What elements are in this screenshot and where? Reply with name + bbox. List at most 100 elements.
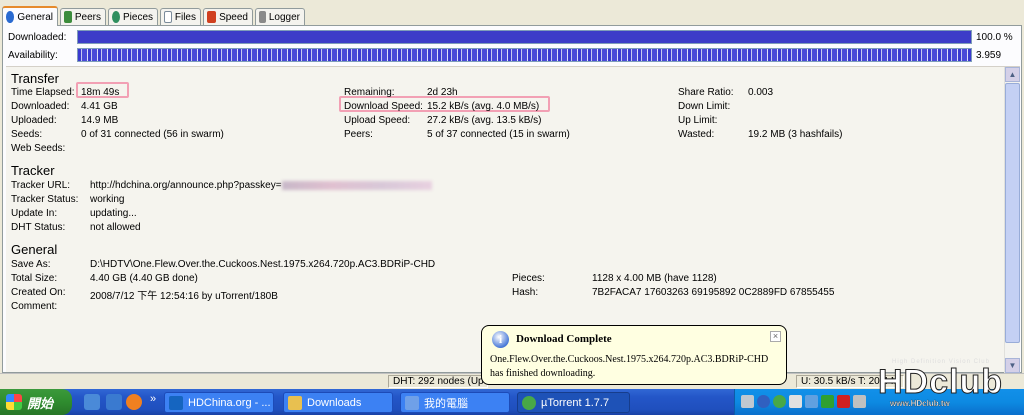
start-button[interactable]: 開始	[0, 389, 72, 415]
tracker-status-value: working	[90, 194, 125, 205]
wasted-value: 19.2 MB (3 hashfails)	[748, 129, 843, 140]
files-icon	[164, 11, 172, 23]
taskbar-item-label: HDChina.org - ...	[188, 396, 271, 409]
keyboard-tray-icon[interactable]	[741, 395, 754, 408]
time-elapsed-label: Time Elapsed:	[11, 87, 75, 98]
tab-pieces[interactable]: Pieces	[108, 8, 158, 25]
total-size-label: Total Size:	[11, 273, 58, 284]
info-icon: i	[492, 331, 509, 348]
download-complete-notification[interactable]: i Download Complete × One.Flew.Over.the.…	[481, 325, 787, 385]
tab-logger[interactable]: Logger	[255, 8, 305, 25]
tab-general[interactable]: General	[2, 6, 58, 26]
media-quicklaunch-icon[interactable]	[126, 394, 142, 410]
availability-bar	[77, 48, 972, 62]
upload-speed-value: 27.2 kB/s (avg. 13.5 kB/s)	[427, 115, 542, 126]
downloaded-value: 4.41 GB	[81, 101, 118, 112]
quicklaunch-more-icon[interactable]: »	[150, 393, 156, 405]
start-label: 開始	[27, 395, 54, 411]
save-as-label: Save As:	[11, 259, 51, 270]
taskbar-item-hdchina[interactable]: HDChina.org - ...	[164, 392, 274, 413]
close-icon[interactable]: ×	[770, 331, 781, 342]
taskbar-item-label: 我的電腦	[424, 397, 468, 410]
ie-icon	[169, 395, 183, 410]
tab-label: Pieces	[122, 11, 153, 23]
tracker-status-label: Tracker Status:	[11, 194, 79, 205]
vertical-scrollbar[interactable]: ▲ ▼	[1004, 67, 1020, 373]
utorrent-tray-icon[interactable]	[773, 395, 786, 408]
update-in-value: updating...	[90, 208, 137, 219]
availability-value: 3.959	[976, 50, 1002, 61]
tracker-section-title: Tracker	[11, 163, 55, 178]
pieces-label: Pieces:	[512, 273, 545, 284]
watermark-title: HDclub	[878, 363, 1003, 402]
pieces-value: 1128 x 4.00 MB (have 1128)	[592, 273, 717, 284]
utorrent-icon	[522, 395, 536, 410]
general-panel: Downloaded: 100.0 % Availability: 3.959 …	[2, 25, 1022, 373]
passkey-redacted	[281, 180, 432, 190]
tracker-url-value: http://hdchina.org/announce.php?passkey=	[90, 180, 432, 191]
general-section-title: General	[11, 242, 58, 257]
peers-icon	[64, 11, 72, 23]
transfer-section-title: Transfer	[11, 71, 59, 86]
time-elapsed-value: 18m 49s	[81, 87, 120, 98]
device-tray-icon[interactable]	[853, 395, 866, 408]
windows-logo-icon	[6, 394, 22, 410]
downloaded-progress-fill	[78, 31, 971, 43]
uploaded-value: 14.9 MB	[81, 115, 119, 126]
created-on-value: 2008/7/12 下午 12:54:16 by uTorrent/180B	[90, 291, 278, 302]
download-speed-label: Download Speed:	[344, 101, 423, 112]
browser-quicklaunch-icon[interactable]	[106, 394, 122, 410]
tab-label: Files	[174, 11, 196, 23]
speed-icon	[207, 11, 217, 23]
dht-status-segment: DHT: 292 nodes (Up	[388, 375, 488, 388]
tab-label: Logger	[268, 11, 300, 23]
tab-label: Peers	[74, 11, 101, 23]
volume-tray-icon[interactable]	[805, 395, 818, 408]
down-limit-label: Down Limit:	[678, 101, 731, 112]
downloaded-label: Downloaded:	[11, 101, 70, 112]
tab-speed[interactable]: Speed	[203, 8, 253, 25]
taskbar-item-utorrent[interactable]: µTorrent 1.7.7	[517, 392, 630, 413]
taskbar-item-my-computer[interactable]: 我的電腦	[400, 392, 510, 413]
up-limit-label: Up Limit:	[678, 115, 718, 126]
uploaded-label: Uploaded:	[11, 115, 57, 126]
upload-speed-label: Upload Speed:	[344, 115, 411, 126]
peers-value: 5 of 37 connected (15 in swarm)	[427, 129, 570, 140]
ie-quicklaunch-icon[interactable]	[84, 394, 100, 410]
update-in-label: Update In:	[11, 208, 58, 219]
remaining-value: 2d 23h	[427, 87, 458, 98]
total-size-value: 4.40 GB (4.40 GB done)	[90, 273, 198, 284]
tab-label: General	[17, 11, 53, 23]
network-tray-icon[interactable]	[789, 395, 802, 408]
tab-files[interactable]: Files	[160, 8, 201, 25]
tab-strip: General Peers Pieces Files Speed Logger	[0, 0, 1024, 26]
seeds-label: Seeds:	[11, 129, 43, 140]
wasted-label: Wasted:	[678, 129, 715, 140]
downloaded-bar-label: Downloaded:	[8, 32, 67, 43]
comment-label: Comment:	[11, 301, 58, 312]
hash-value: 7B2FACA7 17603263 69195892 0C2889FD 6785…	[592, 287, 835, 298]
downloaded-progress-bar	[77, 30, 972, 44]
hash-label: Hash:	[512, 287, 539, 298]
watermark-url: www.HDclub.tw	[890, 399, 950, 408]
taskbar: 開始 » HDChina.org - ... Downloads 我的電腦 µT…	[0, 389, 1024, 415]
scroll-up-arrow-icon[interactable]: ▲	[1005, 67, 1020, 82]
created-on-label: Created On:	[11, 287, 66, 298]
taskbar-item-downloads[interactable]: Downloads	[283, 392, 393, 413]
tracker-url-text: http://hdchina.org/announce.php?passkey=	[90, 180, 282, 191]
security-tray-icon[interactable]	[821, 395, 834, 408]
seeds-value: 0 of 31 connected (56 in swarm)	[81, 129, 224, 140]
antivirus-tray-icon[interactable]	[837, 395, 850, 408]
share-ratio-value: 0.003	[748, 87, 774, 98]
help-tray-icon[interactable]	[757, 395, 770, 408]
dht-status-value: not allowed	[90, 222, 141, 233]
taskbar-item-label: µTorrent 1.7.7	[541, 396, 610, 409]
scroll-thumb[interactable]	[1005, 83, 1020, 343]
hdclub-watermark-logo: High Definition Vision Club HDclub www.H…	[876, 355, 1024, 415]
web-seeds-label: Web Seeds:	[11, 143, 66, 154]
folder-icon	[288, 395, 302, 410]
tab-peers[interactable]: Peers	[60, 8, 106, 25]
downloaded-percent: 100.0 %	[976, 32, 1013, 43]
dht-status-label: DHT Status:	[11, 222, 66, 233]
notification-message: has finished downloading.	[490, 368, 596, 379]
